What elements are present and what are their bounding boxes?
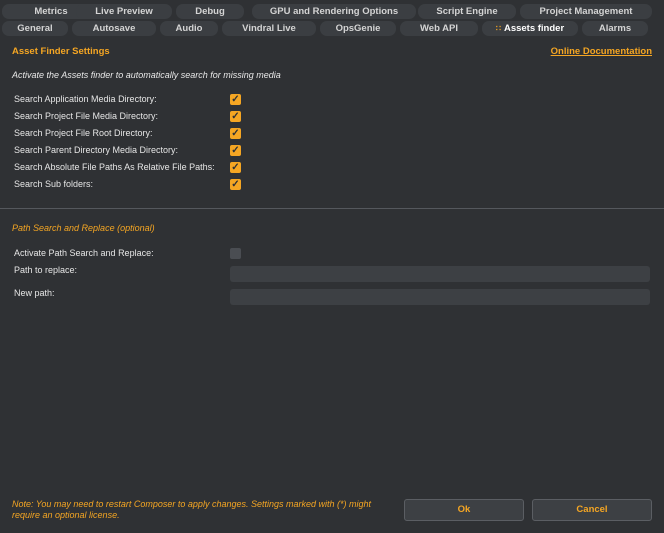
path-to-replace-label: Path to replace: xyxy=(14,265,78,275)
tab-bar-row-1: Metrics Live Preview Debug GPU and Rende… xyxy=(0,4,664,21)
tab-autosave[interactable]: Autosave xyxy=(72,21,156,36)
divider xyxy=(0,208,664,209)
option-label-project-media: Search Project File Media Directory: xyxy=(14,111,159,121)
cancel-button[interactable]: Cancel xyxy=(532,499,652,521)
section-title: Asset Finder Settings xyxy=(12,46,110,57)
tab-debug[interactable]: Debug xyxy=(176,4,244,19)
online-documentation-link[interactable]: Online Documentation xyxy=(551,46,652,57)
assets-finder-hint: Activate the Assets finder to automatica… xyxy=(12,70,281,80)
restart-note: Note: You may need to restart Composer t… xyxy=(12,499,372,520)
option-label-parent-media: Search Parent Directory Media Directory: xyxy=(14,145,179,155)
checkbox-absolute-relative[interactable]: ✓ xyxy=(230,162,241,173)
tab-assets-finder[interactable]: ∷ Assets finder xyxy=(482,21,578,36)
checkbox-project-media[interactable]: ✓ xyxy=(230,111,241,122)
option-label-project-root: Search Project File Root Directory: xyxy=(14,128,153,138)
checkbox-app-media[interactable]: ✓ xyxy=(230,94,241,105)
tab-audio[interactable]: Audio xyxy=(160,21,218,36)
checkbox-activate-path[interactable] xyxy=(230,248,241,259)
checkbox-project-root[interactable]: ✓ xyxy=(230,128,241,139)
ok-button[interactable]: Ok xyxy=(404,499,524,521)
tab-vindral-live[interactable]: Vindral Live xyxy=(222,21,316,36)
checkbox-parent-media[interactable]: ✓ xyxy=(230,145,241,156)
tab-opsgenie[interactable]: OpsGenie xyxy=(320,21,396,36)
tab-live-preview[interactable]: Live Preview xyxy=(76,4,172,19)
path-section-title: Path Search and Replace (optional) xyxy=(12,223,155,233)
option-label-app-media: Search Application Media Directory: xyxy=(14,94,157,104)
option-label-absolute-relative: Search Absolute File Paths As Relative F… xyxy=(14,162,215,172)
tab-alarms[interactable]: Alarms xyxy=(582,21,648,36)
tab-assets-finder-label: Assets finder xyxy=(503,23,565,34)
tab-gpu-rendering[interactable]: GPU and Rendering Options xyxy=(252,4,416,19)
activate-path-label: Activate Path Search and Replace: xyxy=(14,248,154,258)
new-path-label: New path: xyxy=(14,288,55,298)
tab-web-api[interactable]: Web API xyxy=(400,21,478,36)
new-path-input[interactable] xyxy=(230,289,650,305)
tab-bar-row-2: General Autosave Audio Vindral Live OpsG… xyxy=(0,21,664,38)
option-label-sub-folders: Search Sub folders: xyxy=(14,179,94,189)
tab-general[interactable]: General xyxy=(2,21,68,36)
tab-script-engine[interactable]: Script Engine xyxy=(418,4,516,19)
checkbox-sub-folders[interactable]: ✓ xyxy=(230,179,241,190)
grip-icon: ∷ xyxy=(495,24,501,33)
path-to-replace-input[interactable] xyxy=(230,266,650,282)
tab-project-management[interactable]: Project Management xyxy=(520,4,652,19)
